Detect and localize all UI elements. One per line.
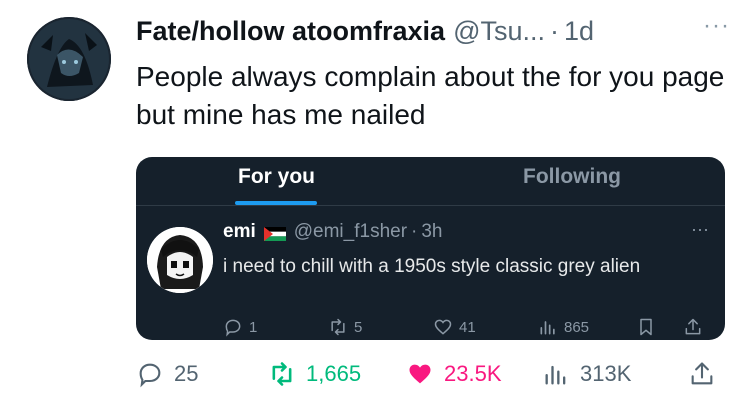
embedded-repost-button[interactable]: 5	[328, 317, 362, 337]
tweet-text: People always complain about the for you…	[136, 61, 725, 130]
like-count: 23.5K	[444, 361, 502, 386]
embedded-share-button[interactable]	[683, 317, 703, 337]
embedded-views-count: 865	[564, 318, 590, 336]
reply-icon	[225, 319, 241, 337]
tweet-time[interactable]: 1d	[564, 16, 594, 47]
tweet-action-bar: 25 1,665 23.5K 313K	[136, 360, 726, 396]
embedded-post-time[interactable]: 3h	[421, 221, 442, 243]
embedded-views-button[interactable]: 865	[538, 317, 589, 337]
embedded-like-button[interactable]: 41	[433, 317, 476, 337]
tab-following[interactable]: Following	[523, 165, 621, 189]
reply-icon	[139, 363, 161, 388]
tweet-header: Fate/hollow atoomfraxia @Tsu... · 1d ···	[136, 12, 730, 50]
embedded-avatar-image	[147, 227, 213, 293]
bookmark-icon	[640, 318, 652, 336]
views-icon	[540, 321, 555, 335]
embedded-author-name[interactable]: emi	[223, 221, 256, 243]
embedded-post-header: emi @emi_f1sher · 3h	[223, 221, 443, 243]
tab-for-you[interactable]: For you	[238, 165, 315, 189]
views-count: 313K	[580, 361, 632, 386]
embedded-more-options-icon[interactable]: ···	[691, 219, 709, 240]
palestine-flag-icon	[263, 225, 286, 241]
avatar-image	[27, 17, 111, 101]
embedded-bookmark-button[interactable]	[636, 317, 656, 337]
timeline-tabs: For you Following	[136, 157, 725, 206]
share-icon	[685, 318, 701, 335]
embedded-reply-button[interactable]: 1	[223, 317, 257, 337]
heart-icon	[434, 319, 452, 335]
embedded-author-avatar[interactable]	[147, 227, 213, 293]
repost-count: 1,665	[306, 361, 362, 386]
author-handle[interactable]: @Tsu...	[453, 16, 545, 47]
embedded-author-handle[interactable]: @emi_f1sher	[294, 221, 407, 243]
reply-count: 25	[174, 361, 199, 386]
like-button[interactable]: 23.5K	[406, 360, 502, 388]
author-avatar[interactable]	[27, 17, 111, 101]
embedded-separator-dot: ·	[411, 221, 418, 242]
more-options-icon[interactable]: ···	[703, 12, 730, 40]
repost-icon	[331, 318, 345, 336]
views-icon	[545, 365, 566, 385]
embedded-repost-count: 5	[354, 318, 363, 336]
embedded-action-bar: 1 5 41 865	[223, 317, 713, 339]
heart-icon	[409, 364, 431, 384]
separator-dot: ·	[550, 15, 559, 46]
embedded-like-count: 41	[459, 318, 476, 336]
share-icon	[691, 362, 713, 385]
share-button[interactable]	[688, 360, 716, 388]
reply-button[interactable]: 25	[136, 360, 198, 388]
embedded-screenshot: For you Following emi @emi_f1sher · 3h ·…	[136, 157, 725, 340]
embedded-reply-count: 1	[249, 318, 258, 336]
repost-button[interactable]: 1,665	[268, 360, 361, 388]
embedded-post-text: i need to chill with a 1950s style class…	[223, 256, 641, 277]
tabs-divider	[136, 205, 725, 206]
views-button[interactable]: 313K	[542, 360, 631, 388]
author-name[interactable]: Fate/hollow atoomfraxia	[136, 16, 445, 47]
repost-icon	[272, 362, 292, 386]
